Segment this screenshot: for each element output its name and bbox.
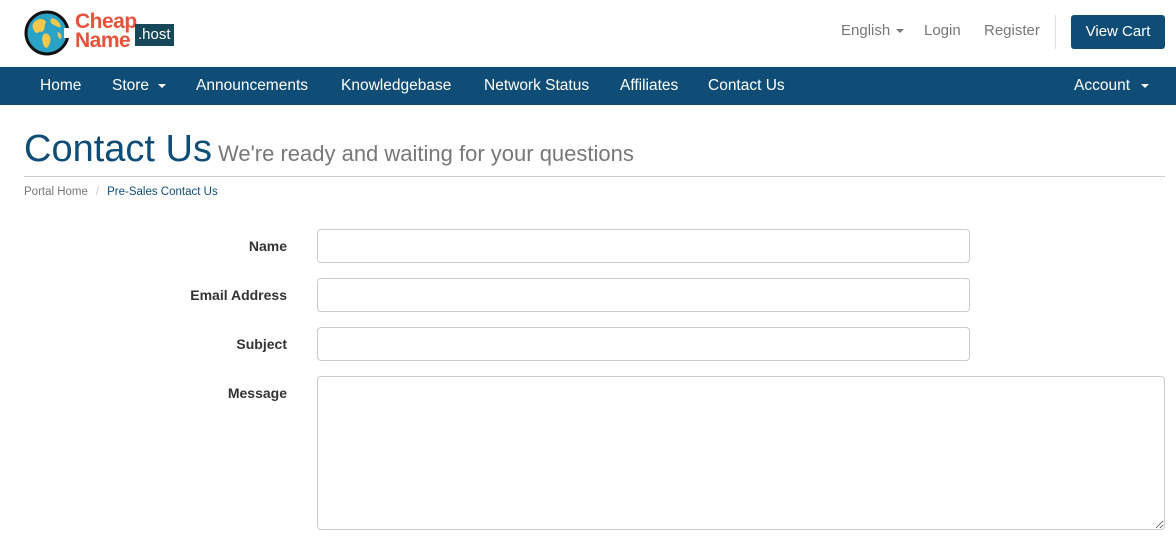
email-input[interactable]: [317, 278, 970, 312]
caret-down-icon: [1141, 83, 1150, 88]
nav-store-label: Store: [112, 77, 150, 94]
email-label: Email Address: [190, 287, 287, 303]
header-divider: [1055, 15, 1056, 49]
nav-item-contact-us[interactable]: Contact Us: [708, 67, 785, 105]
nav-item-announcements[interactable]: Announcements: [196, 67, 308, 105]
name-label: Name: [248, 238, 287, 254]
page-title: Contact Us We're ready and waiting for yo…: [24, 128, 634, 171]
nav-item-network-status[interactable]: Network Status: [484, 67, 589, 105]
subject-label: Subject: [236, 336, 287, 352]
message-textarea[interactable]: [317, 376, 1165, 530]
nav-item-affiliates[interactable]: Affiliates: [620, 67, 678, 105]
logo-text-name: Name: [75, 29, 131, 52]
breadcrumb-current: Pre-Sales Contact Us: [107, 186, 218, 198]
subject-input[interactable]: [317, 327, 970, 361]
language-label: English: [841, 22, 891, 39]
register-link[interactable]: Register: [984, 22, 1040, 39]
header: Cheap Name .host English Login Register …: [0, 0, 1176, 66]
breadcrumb-portal-home[interactable]: Portal Home: [24, 186, 88, 198]
breadcrumb: Portal Home / Pre-Sales Contact Us: [24, 186, 218, 198]
name-input[interactable]: [317, 229, 970, 263]
login-link[interactable]: Login: [924, 22, 961, 39]
nav-item-knowledgebase[interactable]: Knowledgebase: [341, 67, 451, 105]
title-divider: [24, 176, 1165, 177]
breadcrumb-separator: /: [95, 186, 100, 198]
nav-account-label: Account: [1074, 77, 1131, 94]
nav-item-store[interactable]: Store: [112, 67, 167, 105]
main-navbar: Home Store Announcements Knowledgebase N…: [0, 67, 1176, 105]
page-subtitle: We're ready and waiting for your questio…: [217, 141, 634, 166]
logo-tld: .host: [135, 24, 174, 46]
page-title-main: Contact Us: [24, 128, 212, 170]
caret-down-icon: [896, 29, 905, 34]
nav-item-home[interactable]: Home: [40, 67, 81, 105]
logo[interactable]: Cheap Name .host: [24, 8, 184, 58]
message-label: Message: [227, 385, 287, 401]
nav-item-account[interactable]: Account: [1074, 67, 1150, 105]
language-dropdown[interactable]: English: [841, 22, 905, 39]
view-cart-button[interactable]: View Cart: [1071, 15, 1165, 49]
globe-icon: [24, 10, 70, 56]
caret-down-icon: [158, 83, 167, 88]
